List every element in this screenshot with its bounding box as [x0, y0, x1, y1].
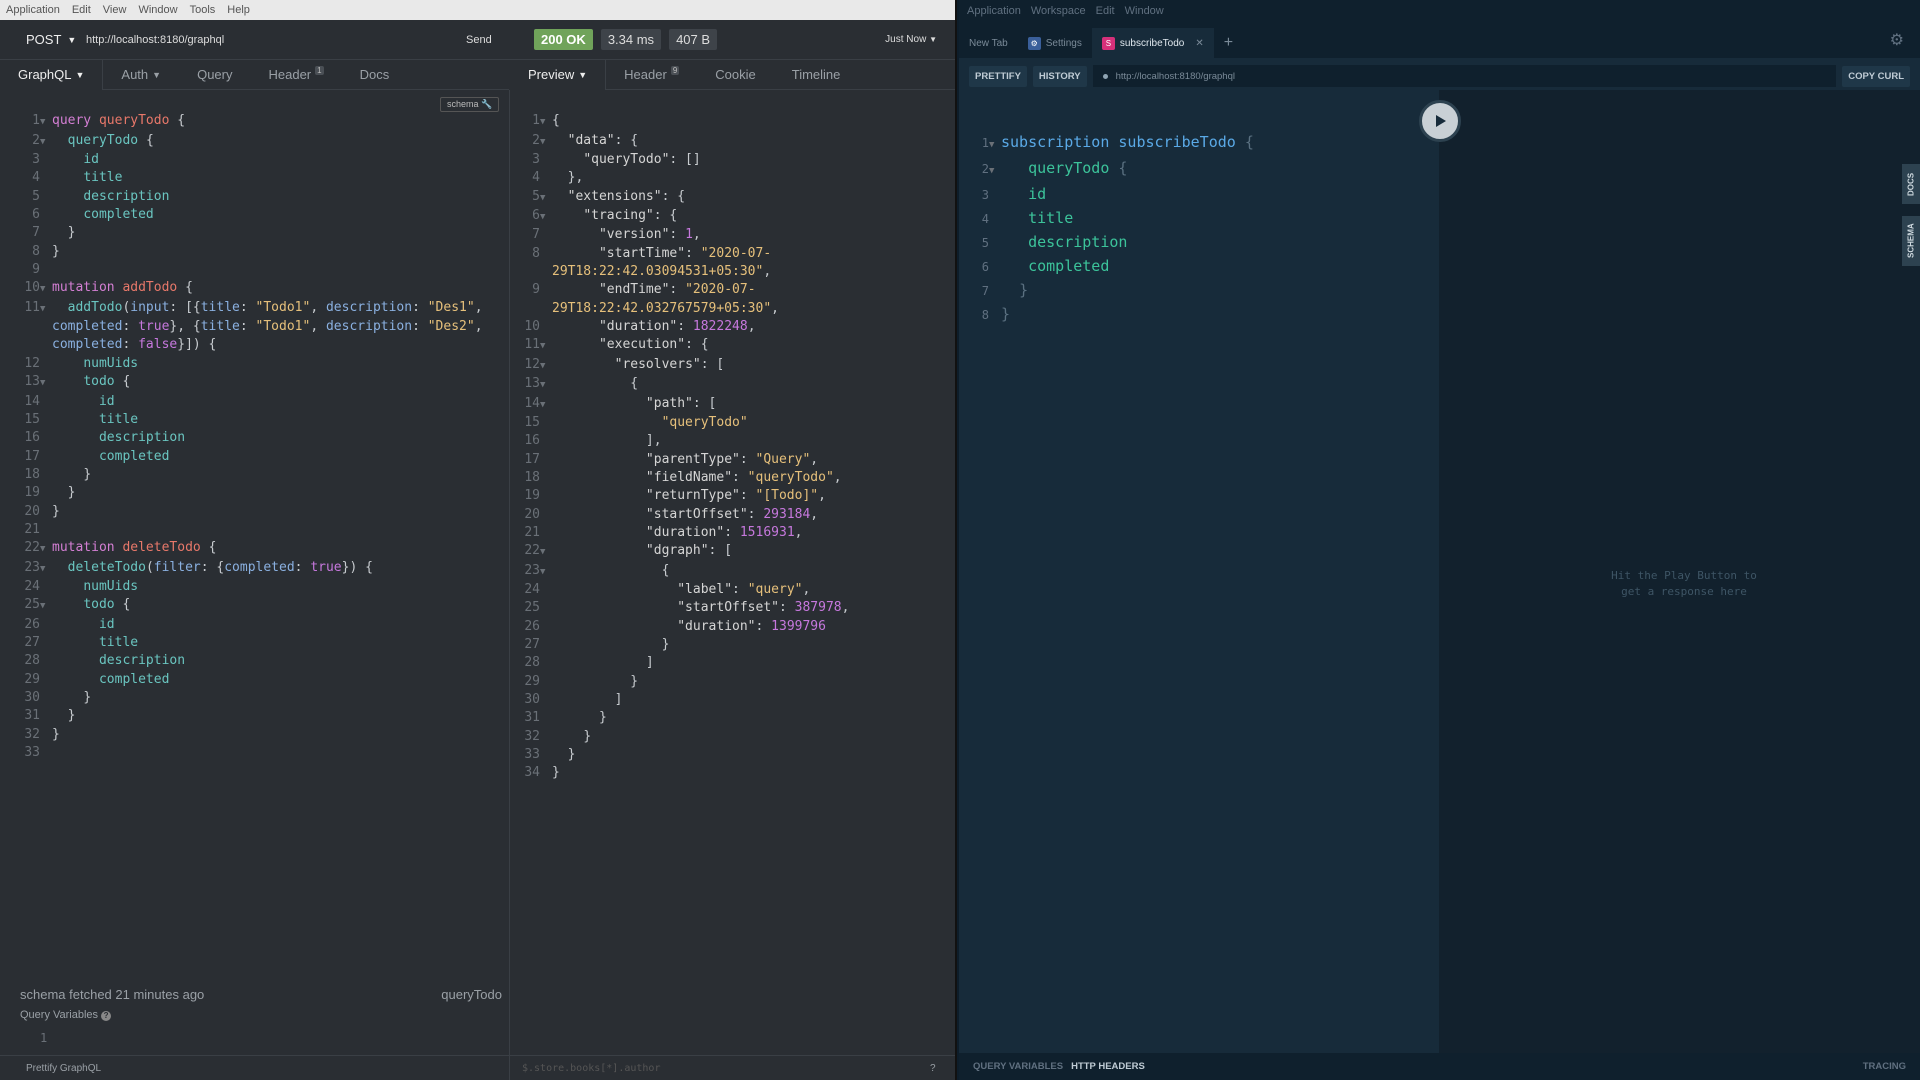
docs-tab[interactable]: DOCS	[1902, 164, 1920, 204]
res-header-count-badge: 9	[670, 66, 680, 75]
response-time: 3.34 ms	[600, 29, 662, 50]
tab-timeline[interactable]: Timeline	[774, 60, 859, 90]
pg-toolbar: PRETTIFY HISTORY http://localhost:8180/g…	[969, 62, 1910, 90]
copy-curl-button[interactable]: COPY CURL	[1842, 65, 1910, 87]
plus-icon: +	[1223, 34, 1234, 51]
tab-settings-label: Settings	[1045, 37, 1082, 49]
pg-query-editor[interactable]: 1▼ subscription subscribeTodo { 2▼ queryT…	[969, 108, 1254, 350]
tab-auth[interactable]: Auth ▼	[103, 60, 179, 90]
tab-res-header[interactable]: Header 9	[606, 60, 697, 90]
settings-tab-icon: ⚙	[1027, 36, 1041, 50]
pg-url-input[interactable]: http://localhost:8180/graphql	[1092, 65, 1837, 87]
wrench-icon: 🔧	[481, 99, 493, 109]
operation-name[interactable]: queryTodo	[441, 987, 502, 1002]
tab-sub-label: subscribeTodo	[1119, 37, 1185, 49]
method-label: POST	[26, 32, 62, 47]
tracing-tab[interactable]: TRACING	[1863, 1061, 1906, 1072]
url-bar: POST ▼ http://localhost:8180/graphql Send…	[0, 20, 955, 60]
pg-bottom-bar: QUERY VARIABLES HTTP HEADERS TRACING	[959, 1053, 1920, 1080]
pg-menu-workspace[interactable]: Workspace	[1031, 5, 1086, 17]
response-filter-input[interactable]: $.store.books[*].author	[522, 1063, 660, 1074]
caret-down-icon: ▼	[75, 69, 85, 80]
schema-status-row: schema fetched 21 minutes ago queryTodo	[20, 987, 502, 1002]
prettify-button[interactable]: Prettify GraphQL	[26, 1063, 101, 1074]
response-size: 407 B	[669, 29, 718, 50]
tab-new[interactable]: New Tab	[959, 28, 1018, 58]
tab-preview[interactable]: Preview ▼	[510, 59, 607, 90]
caret-down-icon: ▼	[929, 35, 937, 44]
gear-icon[interactable]: ⚙	[1890, 30, 1904, 50]
graphql-editor[interactable]: 1▼ query queryTodo { 2▼ queryTodo { 3 id …	[10, 94, 482, 781]
header-count-badge: 1	[315, 66, 324, 75]
http-headers-tab[interactable]: HTTP HEADERS	[1071, 1061, 1145, 1072]
menu-tools[interactable]: Tools	[190, 4, 216, 16]
pg-url-text: http://localhost:8180/graphql	[1115, 70, 1235, 82]
menu-help[interactable]: Help	[227, 4, 250, 16]
menu-application[interactable]: Application	[6, 4, 60, 16]
prettify-button[interactable]: PRETTIFY	[969, 65, 1027, 87]
tab-preview-label: Preview	[528, 67, 575, 82]
tab-header-label: Header	[268, 67, 312, 82]
pg-menu-edit[interactable]: Edit	[1096, 5, 1115, 17]
pane-divider[interactable]	[509, 90, 510, 1080]
response-tabs: Preview ▼ Header 9 Cookie Timeline	[510, 59, 955, 90]
play-button[interactable]	[1419, 100, 1461, 142]
pg-menu-window[interactable]: Window	[1125, 5, 1164, 17]
pg-menu-application[interactable]: Application	[967, 5, 1021, 17]
caret-down-icon: ▼	[152, 69, 162, 80]
history-label: Just Now	[885, 34, 927, 45]
tab-res-header-label: Header	[624, 67, 667, 82]
help-icon[interactable]: ?	[101, 1011, 112, 1021]
tab-auth-label: Auth	[121, 67, 149, 82]
play-hint: Hit the Play Button to get a response he…	[1611, 569, 1757, 598]
history-dropdown[interactable]: Just Now ▼	[885, 34, 937, 45]
method-dropdown[interactable]: POST ▼	[26, 32, 86, 47]
query-variables-tab[interactable]: QUERY VARIABLES	[973, 1061, 1063, 1072]
insomnia-window: Application Edit View Window Tools Help …	[0, 0, 957, 1080]
send-button[interactable]: Send	[466, 34, 506, 46]
help-icon[interactable]: ?	[930, 1063, 936, 1074]
tab-settings[interactable]: ⚙ Settings	[1018, 28, 1092, 58]
url-input[interactable]: http://localhost:8180/graphql	[86, 34, 466, 46]
schema-fetched-text: schema fetched 21 minutes ago	[20, 987, 205, 1002]
query-variables-header: Query Variables ?	[20, 1009, 112, 1021]
variables-line-number: 1	[40, 1031, 48, 1045]
subscription-tab-icon: S	[1101, 36, 1115, 50]
status-badge: 200 OK	[534, 29, 593, 50]
status-dot-icon	[1102, 73, 1108, 79]
tab-docs[interactable]: Docs	[342, 60, 408, 90]
add-tab-button[interactable]: +	[1214, 28, 1243, 58]
tab-header[interactable]: Header 1	[250, 60, 341, 90]
pg-tabbar: New Tab ⚙ Settings SsubscribeTodo ✕ + ⚙	[959, 22, 1920, 58]
bottom-bar: Prettify GraphQL $.store.books[*].author…	[0, 1055, 955, 1080]
menubar: Application Edit View Window Tools Help	[0, 0, 955, 20]
menu-edit[interactable]: Edit	[72, 4, 91, 16]
response-panel: Hit the Play Button to get a response he…	[1439, 90, 1920, 1053]
pg-menubar: Application Workspace Edit Window	[959, 0, 1920, 22]
menu-window[interactable]: Window	[138, 4, 177, 16]
schema-tab[interactable]: SCHEMA	[1902, 216, 1920, 266]
caret-down-icon: ▼	[67, 34, 77, 45]
query-variables-label: Query Variables	[20, 1009, 99, 1021]
close-icon[interactable]: ✕	[1195, 38, 1203, 49]
tab-query[interactable]: Query	[179, 60, 250, 90]
response-preview[interactable]: 1▼{ 2▼ "data": { 3 "queryTodo": [] 4 }, …	[510, 94, 849, 801]
tab-graphql[interactable]: GraphQL ▼	[0, 59, 104, 90]
tab-cookie[interactable]: Cookie	[697, 60, 773, 90]
tab-graphql-label: GraphQL	[18, 67, 72, 82]
request-tabs: GraphQL ▼ Auth ▼ Query Header 1 Docs	[0, 59, 509, 90]
play-icon	[1436, 115, 1446, 127]
playground-window: Application Workspace Edit Window New Ta…	[959, 0, 1920, 1080]
menu-view[interactable]: View	[103, 4, 127, 16]
tab-subscribe-todo[interactable]: SsubscribeTodo ✕	[1091, 28, 1214, 58]
caret-down-icon: ▼	[578, 69, 588, 80]
history-button[interactable]: HISTORY	[1032, 65, 1087, 87]
